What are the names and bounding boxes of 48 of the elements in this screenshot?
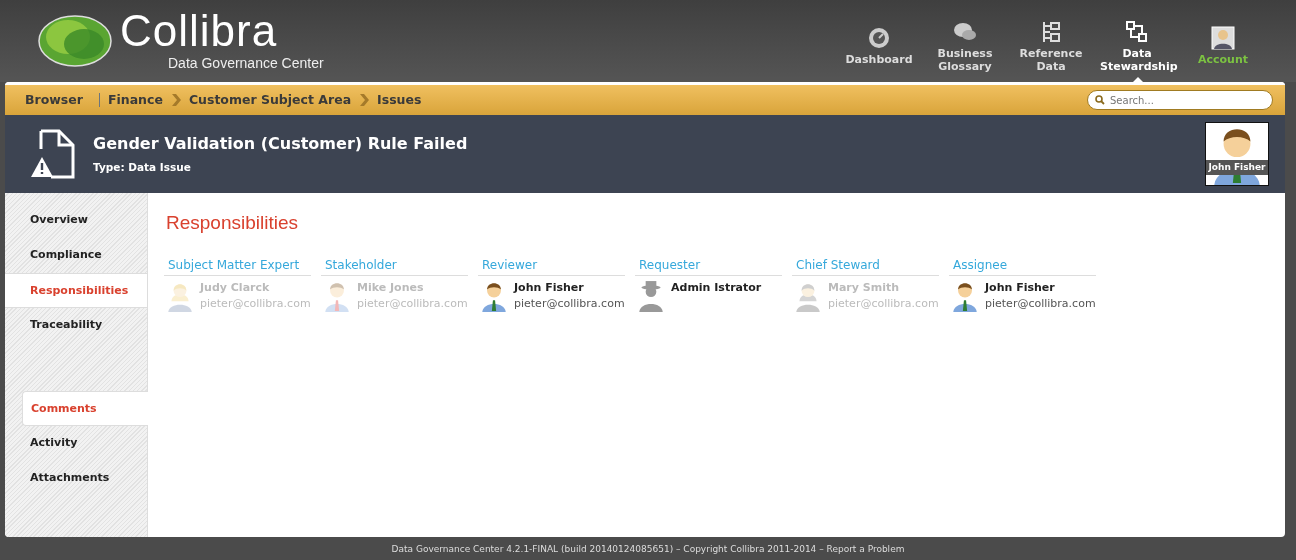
nav-tab[interactable]: Data Stewardship <box>1094 0 1180 82</box>
owner-avatar[interactable]: John Fisher <box>1205 122 1269 186</box>
asset-title: Gender Validation (Customer) Rule Failed <box>93 133 468 156</box>
breadcrumb-link[interactable]: Browser <box>25 90 83 110</box>
logo-subtitle: Data Governance Center <box>168 53 324 73</box>
person-email: pieter@collibra.com <box>357 296 468 312</box>
flowchart-icon <box>1125 19 1149 44</box>
nav-tab[interactable]: Account <box>1180 0 1266 82</box>
footer-text: Data Governance Center 4.2.1-FINAL (build 20140124085651) – Copyright Collibra 2011-2014 – <box>391 544 825 554</box>
nav-tab[interactable]: Dashboard <box>836 0 922 82</box>
breadcrumb-link[interactable]: Customer Subject Area <box>188 90 352 110</box>
breadcrumb-link[interactable]: Issues <box>377 90 422 110</box>
person-name[interactable]: John Fisher <box>985 279 1096 296</box>
person-name[interactable]: Admin Istrator <box>671 279 762 296</box>
sidebar-item[interactable]: Attachments <box>5 461 147 496</box>
owner-name: John Fisher <box>1206 159 1268 175</box>
sidebar-item[interactable]: Traceability <box>5 308 147 343</box>
sidebar-item[interactable]: Overview <box>5 203 147 238</box>
role-heading: Assignee <box>949 255 1096 276</box>
logo-icon <box>38 13 112 69</box>
role-heading: Chief Steward <box>792 255 939 276</box>
role-heading: Subject Matter Expert <box>164 255 311 276</box>
avatar-icon <box>1211 26 1235 51</box>
chevron-icon <box>359 94 370 106</box>
person-email: pieter@collibra.com <box>200 296 311 312</box>
person-email: pieter@collibra.com <box>985 296 1096 312</box>
logo-text: Collibra <box>120 8 279 53</box>
sidebar-item[interactable]: Responsibilities <box>5 273 147 308</box>
sidebar-item[interactable]: Compliance <box>5 238 147 273</box>
chevron-icon <box>170 94 181 106</box>
breadcrumb-link[interactable]: Finance <box>107 90 163 110</box>
role-heading: Reviewer <box>478 255 625 276</box>
search-field[interactable]: Search... <box>1087 90 1273 110</box>
person-name[interactable]: John Fisher <box>514 279 625 296</box>
asset-type: Type: Data Issue <box>93 160 192 176</box>
role-heading: Stakeholder <box>321 255 468 276</box>
nav-tab[interactable]: Reference Data <box>1008 0 1094 82</box>
gauge-icon <box>867 26 891 51</box>
nav-tab[interactable]: Business Glossary <box>922 0 1008 82</box>
section-heading: Responsibilities <box>166 211 299 235</box>
document-warning-icon <box>29 129 77 179</box>
person-email: pieter@collibra.com <box>828 296 939 312</box>
sidebar-item[interactable]: Comments <box>22 391 148 426</box>
person-email: pieter@collibra.com <box>514 296 625 312</box>
role-heading: Requester <box>635 255 782 276</box>
type-link[interactable]: Data Issue <box>128 161 191 174</box>
sidebar-item[interactable]: Activity <box>5 426 147 461</box>
report-problem-link[interactable]: Report a Problem <box>826 544 905 554</box>
